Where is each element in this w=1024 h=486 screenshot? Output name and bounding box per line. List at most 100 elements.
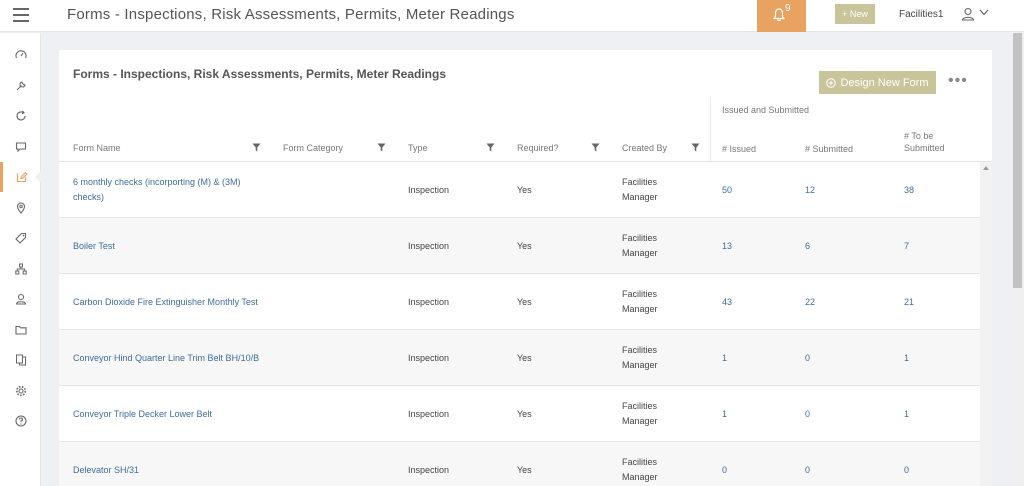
cell-issued[interactable]: 50 xyxy=(722,162,792,218)
scroll-up-arrow-icon[interactable] xyxy=(983,166,989,170)
refresh-icon xyxy=(15,110,26,121)
filter-icon[interactable] xyxy=(377,143,386,152)
more-options-icon[interactable]: ••• xyxy=(948,73,968,89)
cell-required: Yes xyxy=(517,296,532,307)
chevron-down-icon[interactable] xyxy=(979,9,989,16)
cell-submitted[interactable]: 0 xyxy=(805,442,885,486)
col-header-type[interactable]: Type xyxy=(408,142,428,154)
cell-created-by: Facilities Manager xyxy=(622,457,658,482)
cell-form-name[interactable]: Delevator SH/31 xyxy=(73,442,263,486)
cell-required: Yes xyxy=(517,464,532,475)
forms-card: Forms - Inspections, Risk Assessments, P… xyxy=(59,50,992,486)
cell-form-category xyxy=(283,218,393,274)
cell-to-be-submitted[interactable]: 1 xyxy=(904,330,964,386)
cell-form-name[interactable]: Conveyor Triple Decker Lower Belt xyxy=(73,386,263,442)
sidebar-item-help[interactable] xyxy=(0,406,41,436)
sidebar-item-files[interactable] xyxy=(0,315,41,345)
sidebar-item-documents[interactable] xyxy=(0,345,41,375)
cell-submitted[interactable]: 12 xyxy=(805,162,885,218)
notifications-button[interactable]: 9 xyxy=(757,0,806,32)
col-header-submitted[interactable]: # Submitted xyxy=(805,143,853,155)
group-header: Issued and Submitted xyxy=(722,105,810,115)
table-row: Conveyor Hind Quarter Line Trim Belt BH/… xyxy=(59,330,980,386)
filter-icon[interactable] xyxy=(691,143,700,152)
sidebar-item-hierarchy[interactable] xyxy=(0,254,41,284)
contacts-icon xyxy=(15,293,26,305)
card-title: Forms - Inspections, Risk Assessments, P… xyxy=(73,67,447,81)
sidebar-item-dashboard[interactable] xyxy=(0,40,41,70)
notification-count: 9 xyxy=(785,3,791,14)
cell-submitted[interactable]: 6 xyxy=(805,218,885,274)
cell-form-name[interactable]: Conveyor Hind Quarter Line Trim Belt BH/… xyxy=(73,330,263,386)
cell-to-be-submitted[interactable]: 1 xyxy=(904,386,964,442)
cell-created-by: Facilities Manager xyxy=(622,233,658,258)
sidebar-item-maintenance[interactable] xyxy=(0,71,41,101)
cell-form-name[interactable]: Boiler Test xyxy=(73,218,263,274)
bell-icon xyxy=(773,8,785,22)
cell-issued[interactable]: 1 xyxy=(722,330,792,386)
cell-to-be-submitted[interactable]: 0 xyxy=(904,442,964,486)
cell-submitted[interactable]: 0 xyxy=(805,386,885,442)
cell-issued[interactable]: 13 xyxy=(722,218,792,274)
user-icon[interactable] xyxy=(961,7,975,21)
col-header-required[interactable]: Required? xyxy=(517,142,559,154)
cell-form-name[interactable]: 6 monthly checks (incorporting (M) & (3M… xyxy=(73,162,263,218)
sidebar-item-refresh[interactable] xyxy=(0,101,41,131)
page-title: Forms - Inspections, Risk Assessments, P… xyxy=(67,6,515,23)
cell-required: Yes xyxy=(517,184,532,195)
hierarchy-icon xyxy=(14,263,27,275)
filter-icon[interactable] xyxy=(591,143,600,152)
edit-form-icon xyxy=(16,171,28,183)
cell-issued[interactable]: 1 xyxy=(722,386,792,442)
col-header-issued[interactable]: # Issued xyxy=(722,143,756,155)
cell-form-name[interactable]: Carbon Dioxide Fire Extinguisher Monthly… xyxy=(73,274,263,330)
col-header-to-be-submitted[interactable]: # To be Submitted xyxy=(904,130,960,154)
sidebar-item-contacts[interactable] xyxy=(0,284,41,314)
cell-created-by: Facilities Manager xyxy=(622,289,658,314)
folder-icon xyxy=(14,325,27,335)
documents-icon xyxy=(15,354,26,366)
page-scrollbar-thumb[interactable] xyxy=(1013,33,1022,288)
cell-type: Inspection xyxy=(408,184,450,195)
filter-icon[interactable] xyxy=(486,143,495,152)
cell-form-category xyxy=(283,386,393,442)
user-name[interactable]: Facilities1 xyxy=(899,9,943,20)
cell-to-be-submitted[interactable]: 7 xyxy=(904,218,964,274)
hamburger-menu-icon[interactable] xyxy=(13,8,29,22)
cell-form-category xyxy=(283,162,393,218)
cell-required: Yes xyxy=(517,352,532,363)
page-scrollbar[interactable] xyxy=(1011,33,1024,486)
cell-to-be-submitted[interactable]: 38 xyxy=(904,162,964,218)
cell-created-by: Facilities Manager xyxy=(622,401,658,426)
sidebar-item-messages[interactable] xyxy=(0,132,41,162)
cell-form-category xyxy=(283,330,393,386)
design-new-form-button[interactable]: Design New Form xyxy=(819,71,936,94)
cell-type: Inspection xyxy=(408,296,450,307)
table-scrollbar[interactable] xyxy=(980,162,992,486)
table-row: Boiler Test Inspection Yes Facilities Manag… xyxy=(59,218,980,274)
cell-type: Inspection xyxy=(408,240,450,251)
filter-icon[interactable] xyxy=(252,143,261,152)
cell-submitted[interactable]: 0 xyxy=(805,330,885,386)
cell-created-by: Facilities Manager xyxy=(622,177,658,202)
sidebar-item-settings[interactable] xyxy=(0,376,41,406)
top-bar: Forms - Inspections, Risk Assessments, P… xyxy=(0,0,1024,32)
cell-issued[interactable]: 43 xyxy=(722,274,792,330)
cell-submitted[interactable]: 22 xyxy=(805,274,885,330)
group-divider xyxy=(710,97,711,161)
tag-icon xyxy=(14,232,26,244)
cell-issued[interactable]: 0 xyxy=(722,442,792,486)
wrench-icon xyxy=(16,81,26,91)
table-row: Delevator SH/31 Inspection Yes Facilities M… xyxy=(59,442,980,486)
cell-required: Yes xyxy=(517,240,532,251)
cell-to-be-submitted[interactable]: 21 xyxy=(904,274,964,330)
design-new-form-label: Design New Form xyxy=(840,76,929,89)
col-header-form-category[interactable]: Form Category xyxy=(283,142,343,154)
help-icon xyxy=(14,415,27,427)
new-button[interactable]: + New xyxy=(835,4,875,24)
col-header-form-name[interactable]: Form Name xyxy=(73,142,121,154)
col-header-created-by[interactable]: Created By xyxy=(622,142,667,154)
sidebar-item-assets[interactable] xyxy=(0,223,41,253)
sidebar-item-forms[interactable] xyxy=(0,162,42,192)
sidebar-item-locations[interactable] xyxy=(0,193,41,223)
